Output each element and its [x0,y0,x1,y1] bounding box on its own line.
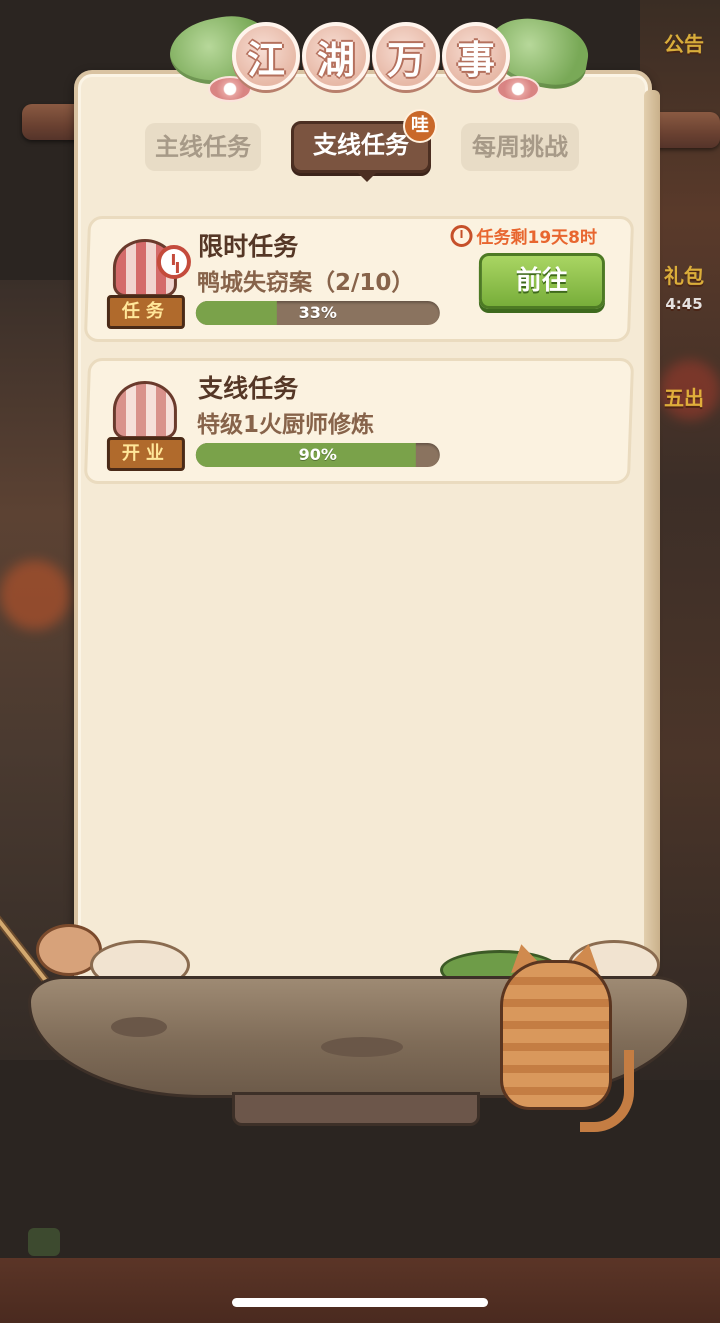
home-indicator[interactable] [232,1298,488,1307]
tab-main-quest[interactable]: 主线任务 [145,123,261,171]
panel-title: 江 湖 万 事 [164,8,593,106]
bowl-base [232,1092,480,1126]
business-tent-icon: 开业 [99,373,191,473]
task-progress-bar: 90% [195,443,440,467]
quest-tabs: 主线任务 支线任务 哇 每周挑战 [145,109,581,182]
bottom-bar [0,1258,720,1323]
task-sign: 开业 [106,437,185,471]
tab-badge: 哇 [403,109,437,143]
alarm-clock-icon [450,224,473,247]
title-char: 江 [232,22,300,90]
task-title: 限时任务 [198,232,299,261]
side-event-label: 五出 [664,386,704,410]
task-progress-label: 33% [298,303,337,322]
clock-icon [156,245,191,279]
task-timer-label: 任务剩19天8时 [476,228,598,248]
side-timer-label: 4:45 [665,295,703,313]
task-title: 支线任务 [198,374,299,403]
background-decoration [0,560,70,630]
task-tent-icon: 任务 [99,231,191,331]
tab-weekly-challenge[interactable]: 每周挑战 [461,123,579,171]
cat-tail [580,1050,634,1132]
quest-panel [74,70,652,1010]
title-char: 事 [442,22,510,90]
task-card-limited: 任务 限时任务 鸭城失窃案（2/10） 33% 任务剩19天8时 前往 [83,216,635,342]
corner-icon [28,1228,60,1256]
task-sign: 任务 [106,295,185,329]
task-card-side: 开业 支线任务 特级1火厨师修炼 90% [83,358,635,484]
active-tab-pointer [358,173,376,182]
title-char: 万 [372,22,440,90]
task-timer: 任务剩19天8时 [450,223,598,248]
task-subtitle: 特级1火厨师修炼 [196,412,374,438]
panel-scroll-edge [644,90,660,970]
task-progress-bar: 33% [195,301,440,325]
task-progress-label: 90% [298,445,337,464]
notice-side-label: 公告 [664,32,704,56]
task-subtitle: 鸭城失窃案（2/10） [196,270,415,296]
go-button[interactable]: 前往 [478,253,605,309]
title-char: 湖 [302,22,370,90]
